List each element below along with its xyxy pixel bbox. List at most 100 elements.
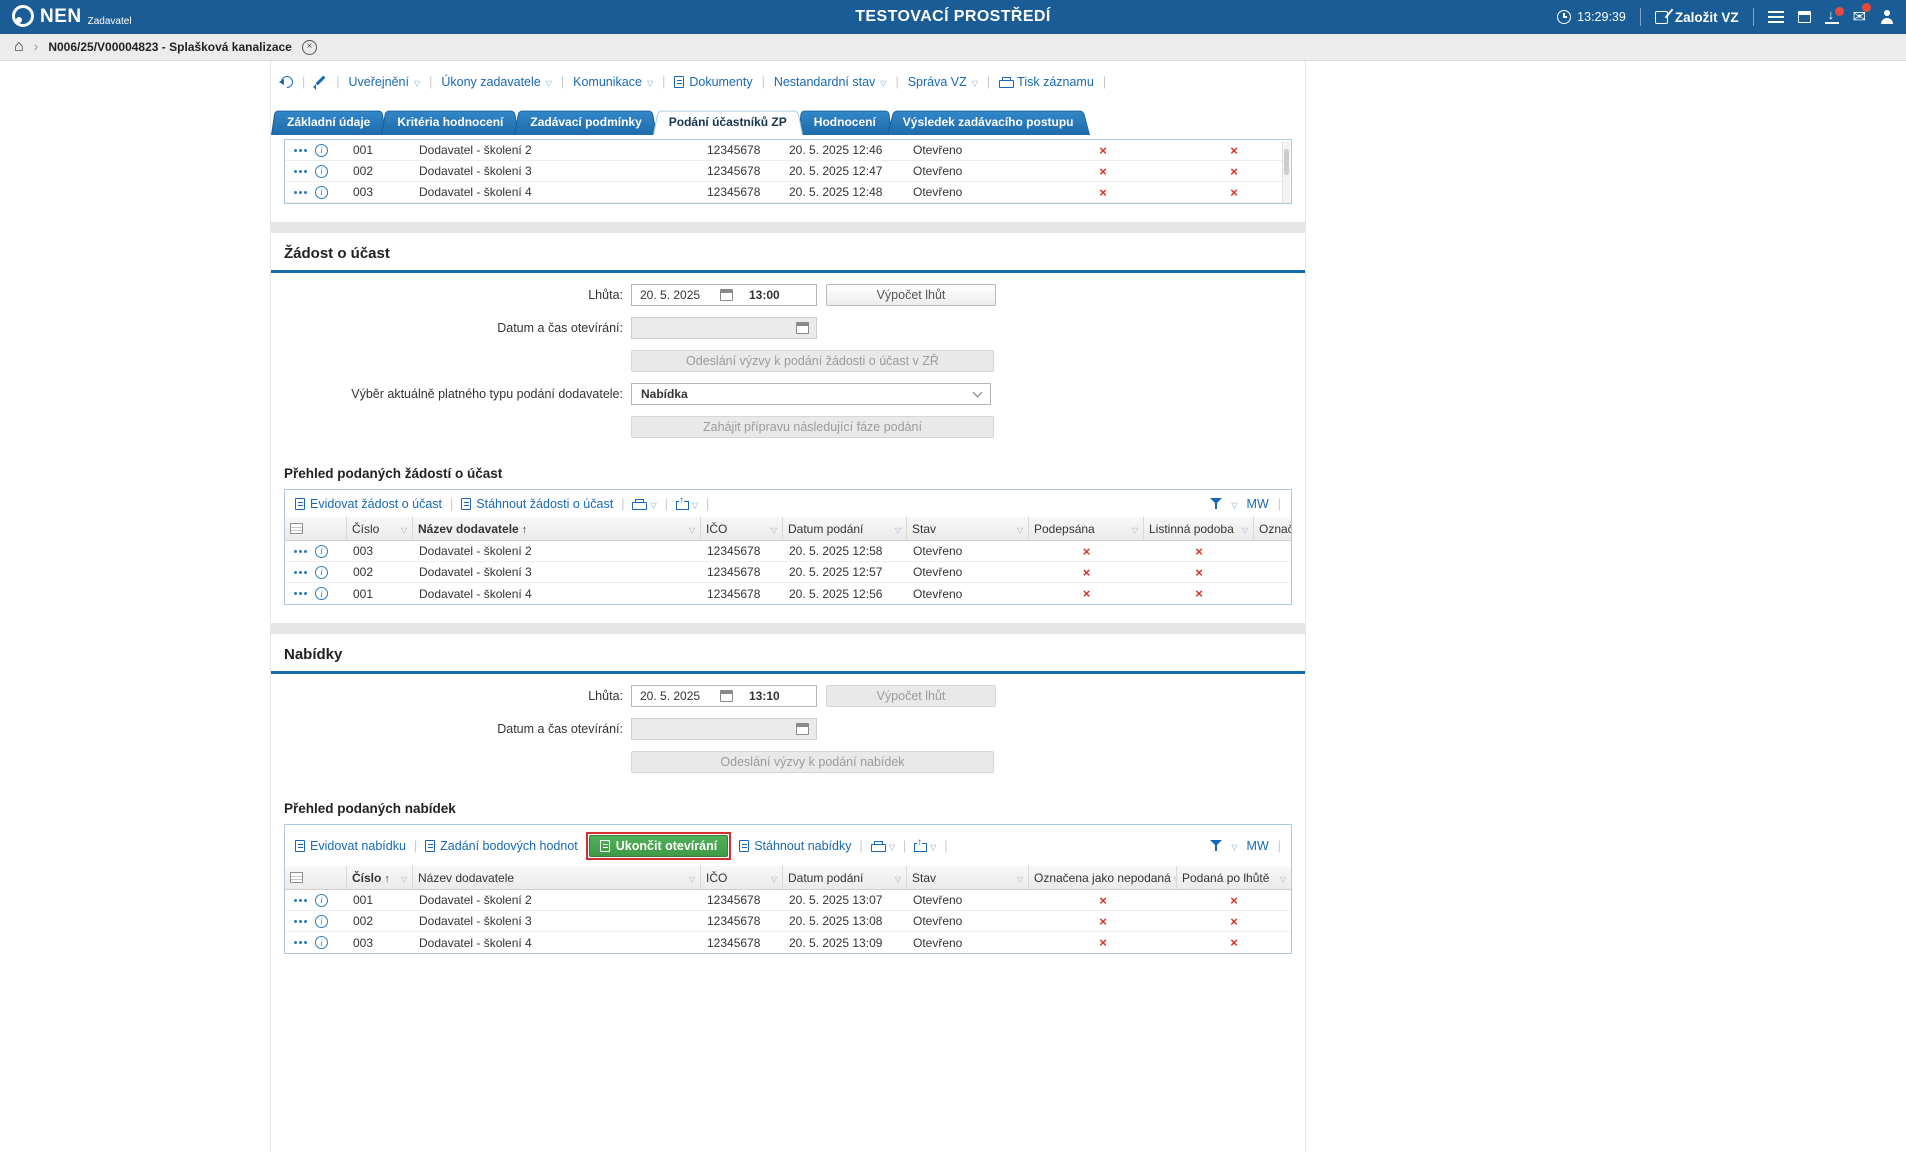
filter-dropdown-icon[interactable] [895,522,901,536]
otevirani-input[interactable] [631,718,817,740]
info-icon[interactable] [315,915,328,928]
filter-dropdown-icon[interactable] [1017,522,1023,536]
filter-dropdown-icon[interactable] [401,522,407,536]
lhuta-datetime-input[interactable]: 20. 5. 2025 13:00 [631,284,817,306]
odeslani-vyzvy-zadost-button[interactable]: Odeslání výzvy k podání žádosti o účast … [631,350,994,372]
edit-icon[interactable] [314,76,327,89]
evidovat-nabidku-link[interactable]: Evidovat nabídku [295,839,406,853]
filter-dropdown-icon[interactable] [689,522,695,536]
stahnout-zadosti-link[interactable]: Stáhnout žádosti o účast [461,497,613,511]
col-ico[interactable]: IČO [701,866,783,889]
typ-podani-select[interactable]: Nabídka [631,383,991,405]
scrollbar[interactable] [1282,141,1290,202]
filter-icon[interactable] [1210,840,1222,852]
filter-dropdown-icon[interactable] [771,522,777,536]
info-icon[interactable] [315,165,328,178]
row-menu-icon[interactable] [294,592,297,595]
col-nazev-dodavatele[interactable]: Název dodavatele [413,517,701,540]
ukoncit-oteviranni-button[interactable]: Ukončit otevírání [589,835,728,857]
col-nazev-dodavatele[interactable]: Název dodavatele [413,866,701,889]
info-icon[interactable] [315,936,328,949]
table-row[interactable]: 002 Dodavatel - školení 3 12345678 20. 5… [285,161,1291,182]
toolbar-ukony-zadavatele[interactable]: Úkony zadavatele [441,75,552,89]
stahnout-nabidky-link[interactable]: Stáhnout nabídky [739,839,851,853]
filter-dropdown-icon[interactable] [1231,839,1237,853]
row-menu-icon[interactable] [294,899,297,902]
info-icon[interactable] [315,566,328,579]
tab-kriteria-hodnoceni[interactable]: Kritéria hodnocení [381,109,519,135]
toolbar-dokumenty[interactable]: Dokumenty [674,75,752,89]
col-stav[interactable]: Stav [907,517,1029,540]
calendar-icon[interactable] [720,289,733,301]
filter-icon[interactable] [1210,498,1222,510]
calendar-icon[interactable] [1798,11,1811,23]
col-select[interactable] [285,866,347,889]
tab-vysledek-zadavaciho-postupu[interactable]: Výsledek zadávacího postupu [887,109,1090,135]
row-menu-icon[interactable] [294,571,297,574]
filter-dropdown-icon[interactable] [1242,522,1248,536]
table-row[interactable]: 002 Dodavatel - školení 3 12345678 20. 5… [285,562,1291,583]
user-icon[interactable] [1880,10,1894,24]
table-row[interactable]: 001 Dodavatel - školení 2 12345678 20. 5… [285,140,1291,161]
col-listinna-podoba[interactable]: Listinná podoba [1144,517,1254,540]
col-cislo[interactable]: Číslo [347,517,413,540]
col-ico[interactable]: IČO [701,517,783,540]
messages-button[interactable] [1853,7,1866,27]
filter-dropdown-icon[interactable] [771,871,777,885]
filter-dropdown-icon[interactable] [1132,522,1138,536]
table-row[interactable]: 003 Dodavatel - školení 2 12345678 20. 5… [285,541,1291,562]
row-menu-icon[interactable] [294,149,297,152]
toolbar-uverejneni[interactable]: Uveřejnění [349,75,421,89]
info-icon[interactable] [315,545,328,558]
table-row[interactable]: 001 Dodavatel - školení 2 12345678 20. 5… [285,890,1291,911]
row-menu-icon[interactable] [294,550,297,553]
row-menu-icon[interactable] [294,191,297,194]
history-icon[interactable] [279,74,296,91]
tab-hodnoceni[interactable]: Hodnocení [798,109,892,135]
col-select[interactable] [285,517,347,540]
tab-podani-ucastniku-zp[interactable]: Podání účastníků ZP [653,109,803,135]
table-row[interactable]: 003 Dodavatel - školení 4 12345678 20. 5… [285,182,1291,203]
breadcrumb-record[interactable]: N006/25/V00004823 - Splašková kanalizace [48,40,292,54]
info-icon[interactable] [315,894,328,907]
menu-icon[interactable] [1768,11,1784,23]
zadani-bodovych-hodnot-link[interactable]: Zadání bodových hodnot [425,839,578,853]
toolbar-komunikace[interactable]: Komunikace [573,75,653,89]
row-menu-icon[interactable] [294,941,297,944]
col-cislo[interactable]: Číslo [347,866,413,889]
row-menu-icon[interactable] [294,920,297,923]
filter-dropdown-icon[interactable] [895,871,901,885]
mw-link[interactable]: MW [1247,839,1269,853]
info-icon[interactable] [315,186,328,199]
odeslani-vyzvy-nabidky-button[interactable]: Odeslání výzvy k podání nabídek [631,751,994,773]
tab-zadavaci-podminky[interactable]: Zadávací podmínky [514,109,657,135]
filter-dropdown-icon[interactable] [401,871,407,885]
print-table-button[interactable] [632,497,656,511]
vypocet-lhut-button[interactable]: Výpočet lhůt [826,685,996,707]
filter-dropdown-icon[interactable] [1280,871,1286,885]
filter-dropdown-icon[interactable] [689,871,695,885]
info-icon[interactable] [315,587,328,600]
tab-zakladni-udaje[interactable]: Základní údaje [271,109,386,135]
vypocet-lhut-button[interactable]: Výpočet lhůt [826,284,996,306]
col-podepsana[interactable]: Podepsána [1029,517,1144,540]
col-datum-podani[interactable]: Datum podání [783,866,907,889]
create-vz-button[interactable]: Založit VZ [1655,10,1739,25]
table-row[interactable]: 001 Dodavatel - školení 4 12345678 20. 5… [285,583,1291,604]
print-table-button[interactable] [871,839,895,853]
zahajit-pripravu-button[interactable]: Zahájit přípravu následující fáze podání [631,416,994,438]
close-record-icon[interactable] [302,40,317,55]
evidovat-zadost-link[interactable]: Evidovat žádost o účast [295,497,442,511]
table-row[interactable]: 003 Dodavatel - školení 4 12345678 20. 5… [285,932,1291,953]
export-table-button[interactable] [914,839,936,853]
col-podana-po-lhute[interactable]: Podaná po lhůtě [1177,866,1291,889]
export-table-button[interactable] [676,497,698,511]
toolbar-sprava-vz[interactable]: Správa VZ [908,75,978,89]
toolbar-nestandardni-stav[interactable]: Nestandardní stav [774,75,887,89]
table-row[interactable]: 002 Dodavatel - školení 3 12345678 20. 5… [285,911,1291,932]
calendar-icon[interactable] [720,690,733,702]
col-oznacena[interactable]: Označe [1254,517,1291,540]
mw-link[interactable]: MW [1247,497,1269,511]
info-icon[interactable] [315,144,328,157]
otevirani-input[interactable] [631,317,817,339]
